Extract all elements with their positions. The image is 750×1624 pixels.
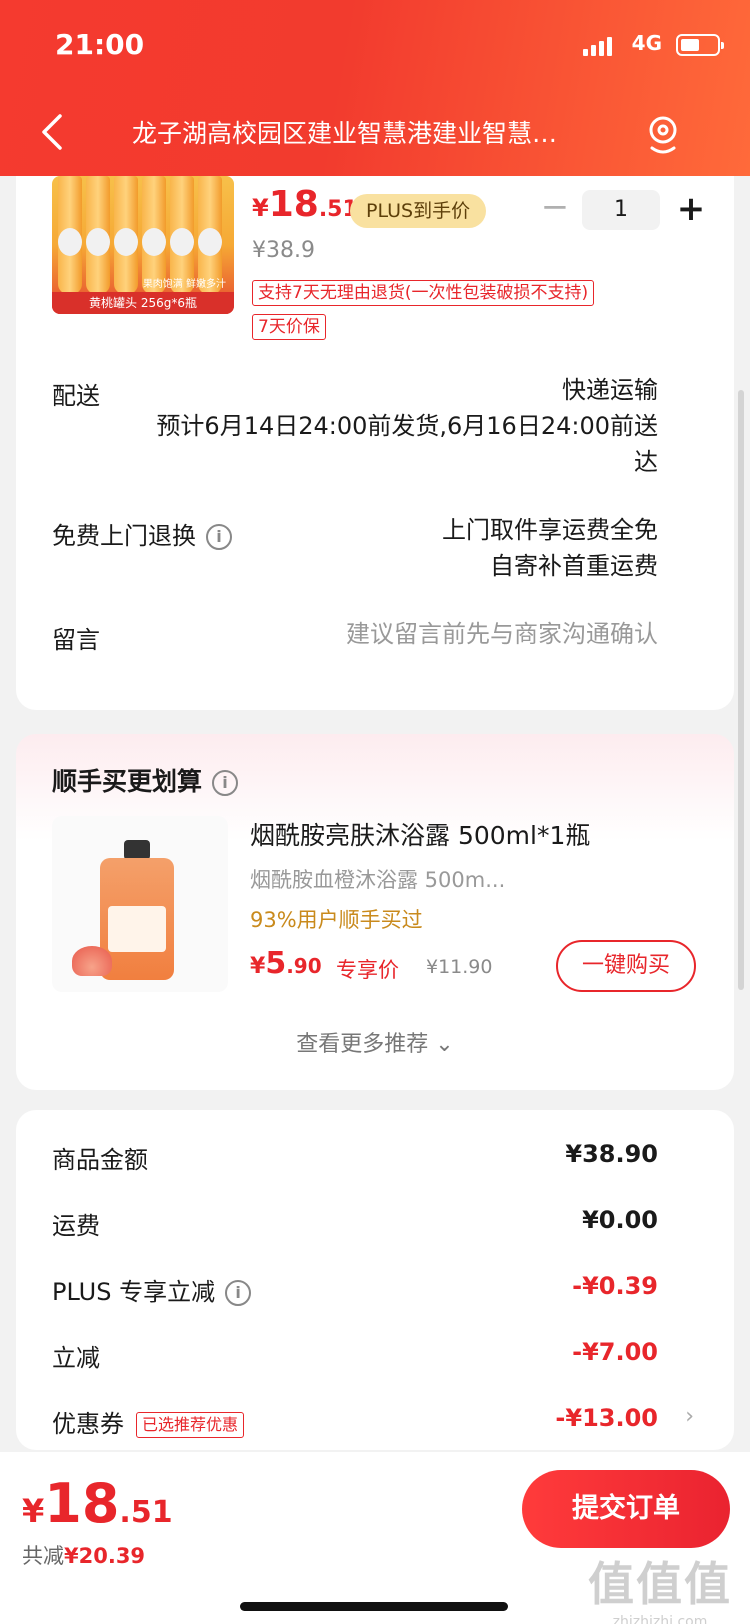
product-price: ¥18.51 <box>252 184 358 225</box>
coupon-value[interactable]: -¥13.00 <box>555 1404 658 1432</box>
price-summary-card: 商品金额 ¥38.90 运费 ¥0.00 PLUS 专享立减 i -¥0.39 立… <box>16 1110 734 1450</box>
network-type: 4G <box>631 31 662 55</box>
message-input[interactable]: 建议留言前先与商家沟通确认 <box>346 616 658 652</box>
image-subcaption: 果肉饱满 鲜嫩多汁 <box>142 279 226 290</box>
recommend-card: 顺手买更划算 i 烟酰胺亮肤沐浴露 500ml*1瓶 烟酰胺血橙沐浴露 500m.… <box>16 734 734 1090</box>
delivery-label: 配送 <box>52 382 100 410</box>
goods-amount-label: 商品金额 <box>52 1146 148 1174</box>
price-protect-tag: 7天价保 <box>252 314 326 340</box>
shipping-label: 运费 <box>52 1212 100 1240</box>
shipping-value: ¥0.00 <box>582 1206 658 1234</box>
total-saved: 共减¥20.39 <box>22 1544 146 1568</box>
header-bar: 21:00 4G 龙子湖高校园区建业智慧港建业智慧… <box>0 0 750 176</box>
back-arrow-icon[interactable] <box>40 112 64 152</box>
plus-price-badge: PLUS到手价 <box>350 194 487 228</box>
recommend-product-name[interactable]: 烟酰胺亮肤沐浴露 500ml*1瓶 <box>250 816 590 852</box>
location-pin-icon[interactable] <box>646 114 680 154</box>
delivery-info[interactable]: 快递运输 预计6月14日24:00前发货,6月16日24:00前送 达 <box>156 372 658 480</box>
message-label: 留言 <box>52 626 100 654</box>
quantity-input[interactable]: 1 <box>582 190 660 230</box>
instant-discount-value: -¥7.00 <box>572 1338 658 1366</box>
quantity-minus-button[interactable]: − <box>540 190 570 224</box>
recommend-title: 顺手买更划算 i <box>52 762 239 798</box>
scrollbar[interactable] <box>738 390 744 990</box>
battery-icon <box>676 34 724 56</box>
recommend-product-image[interactable] <box>52 816 228 992</box>
watermark-logo: 值值值 zhizhizhi.com <box>588 1557 732 1624</box>
recommend-product-subtitle: 烟酰胺血橙沐浴露 500m... <box>250 868 506 892</box>
order-item-card: 果肉饱满 鲜嫩多汁 黄桃罐头 256g*6瓶 ¥18.51 PLUS到手价 − … <box>16 150 734 710</box>
recommend-exclusive-label: 专享价 <box>336 958 399 982</box>
chevron-right-icon[interactable]: › <box>685 1404 694 1429</box>
instant-discount-label: 立减 <box>52 1344 100 1372</box>
delivery-estimate-cont: 达 <box>634 448 658 476</box>
one-click-buy-button[interactable]: 一键购买 <box>556 940 696 992</box>
original-price: ¥38.9 <box>252 238 315 263</box>
submit-order-button[interactable]: 提交订单 <box>522 1470 730 1548</box>
recommend-price: ¥5.90 <box>250 946 322 981</box>
signal-icon <box>583 36 612 56</box>
info-icon[interactable]: i <box>206 524 232 550</box>
recommend-original-price: ¥11.90 <box>426 956 493 978</box>
plus-discount-label: PLUS 专享立减 i <box>52 1272 252 1307</box>
status-time: 21:00 <box>55 28 145 61</box>
coupon-tag: 已选推荐优惠 <box>136 1412 245 1438</box>
info-icon[interactable]: i <box>212 770 239 796</box>
plus-discount-value: -¥0.39 <box>572 1272 658 1300</box>
product-image[interactable]: 果肉饱满 鲜嫩多汁 黄桃罐头 256g*6瓶 <box>52 176 234 314</box>
free-return-info: 上门取件享运费全免 自寄补首重运费 <box>442 516 658 580</box>
home-indicator[interactable] <box>240 1602 508 1611</box>
goods-amount-value: ¥38.90 <box>565 1140 658 1168</box>
total-price: ¥18.51 <box>22 1472 173 1535</box>
image-caption: 黄桃罐头 256g*6瓶 <box>52 292 234 314</box>
delivery-method: 快递运输 <box>562 376 658 404</box>
nav-bar: 龙子湖高校园区建业智慧港建业智慧… <box>0 108 750 158</box>
more-recommend-link[interactable]: 查看更多推荐 ⌄ <box>16 1026 734 1058</box>
delivery-estimate: 预计6月14日24:00前发货,6月16日24:00前送 <box>156 412 658 440</box>
coupon-label[interactable]: 优惠券 已选推荐优惠 <box>52 1404 245 1439</box>
info-icon[interactable]: i <box>225 1280 252 1306</box>
quantity-plus-button[interactable]: + <box>674 190 708 230</box>
return-policy-tag: 支持7天无理由退货(一次性包装破损不支持) <box>252 280 595 306</box>
delivery-address[interactable]: 龙子湖高校园区建业智慧港建业智慧… <box>132 114 632 150</box>
status-bar: 21:00 4G <box>0 26 750 66</box>
free-return-label: 免费上门退换 i <box>52 516 232 551</box>
recommend-percent: 93%用户顺手买过 <box>250 908 423 932</box>
checkout-bar: ¥18.51 共减¥20.39 提交订单 值值值 zhizhizhi.com <box>0 1452 750 1624</box>
